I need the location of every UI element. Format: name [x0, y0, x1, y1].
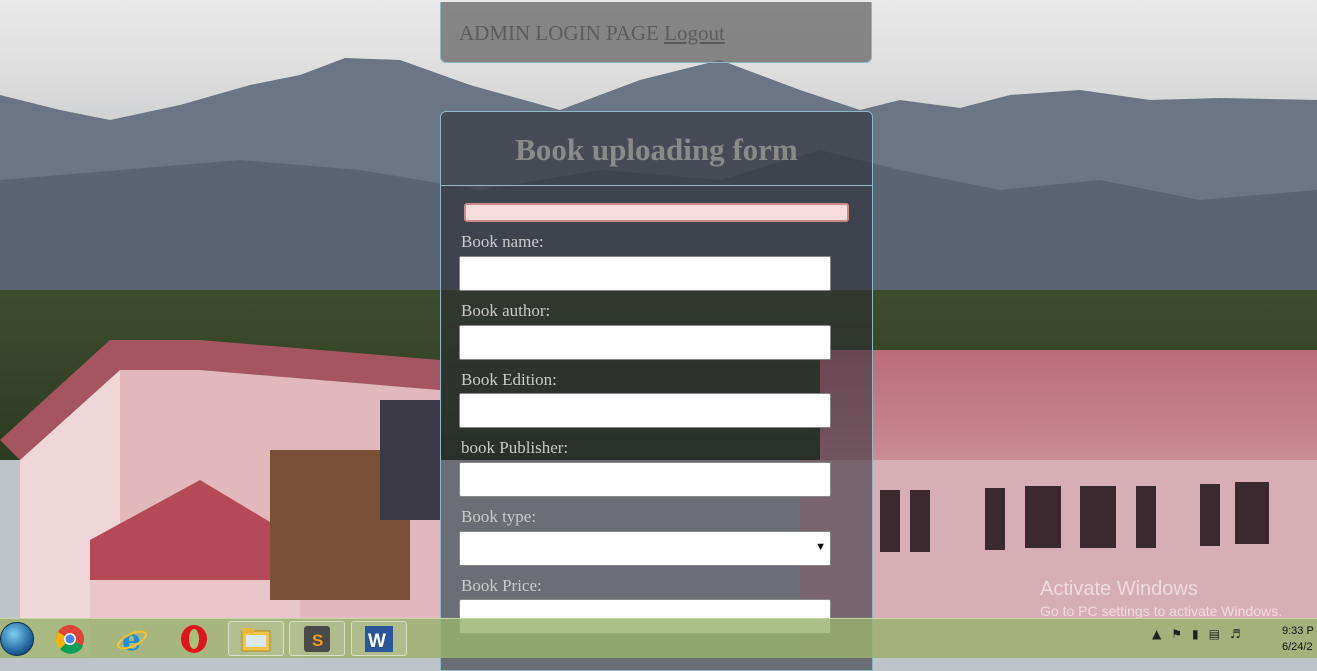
book-author-input[interactable]: [459, 325, 831, 360]
chrome-icon[interactable]: [42, 621, 98, 656]
battery-icon[interactable]: ▮: [1192, 627, 1199, 641]
book-price-label: Book Price:: [461, 576, 542, 595]
form-header: Book uploading form: [441, 112, 872, 186]
book-name-input[interactable]: [459, 256, 831, 291]
building-window: [1200, 484, 1220, 546]
admin-page-title: ADMIN LOGIN PAGE Logout: [459, 21, 725, 46]
book-publisher-input[interactable]: [459, 462, 831, 497]
building-window: [910, 490, 930, 552]
volume-icon[interactable]: ♬: [1230, 627, 1241, 641]
activate-windows-watermark: Activate Windows: [1040, 578, 1198, 600]
internet-explorer-icon[interactable]: e: [104, 621, 160, 656]
word-icon[interactable]: W: [351, 621, 407, 656]
book-type-select[interactable]: ▼: [459, 531, 831, 566]
system-tray: ▲ ⚑ ▮ ▤ ♬: [1152, 627, 1241, 641]
error-message-box: [464, 203, 849, 222]
book-edition-label: Book Edition:: [461, 370, 557, 389]
admin-title-text: ADMIN LOGIN PAGE: [459, 21, 659, 45]
book-publisher-label: book Publisher:: [461, 438, 569, 457]
building-window: [1025, 486, 1061, 548]
admin-header-bar: ADMIN LOGIN PAGE Logout: [440, 2, 872, 63]
form-title: Book uploading form: [515, 132, 798, 167]
start-button[interactable]: [0, 622, 34, 656]
building-window: [1080, 486, 1116, 548]
svg-text:e: e: [122, 623, 141, 655]
network-icon[interactable]: ▤: [1209, 627, 1220, 641]
building-window: [1136, 486, 1156, 548]
svg-text:S: S: [312, 631, 323, 650]
book-author-label: Book author:: [461, 301, 551, 320]
action-center-icon[interactable]: ⚑: [1171, 627, 1182, 641]
show-hidden-icons-icon[interactable]: ▲: [1152, 627, 1161, 641]
book-edition-input[interactable]: [459, 393, 831, 428]
building-roof: [820, 350, 1317, 460]
building-left: [0, 340, 440, 657]
activate-windows-hint: Go to PC settings to activate Windows.: [1040, 603, 1282, 619]
taskbar-clock[interactable]: 9:33 P 6/24/2: [1282, 623, 1314, 655]
opera-icon[interactable]: [166, 621, 222, 656]
building-window: [880, 490, 900, 552]
sublime-text-icon[interactable]: S: [289, 621, 345, 656]
clock-time: 9:33 P: [1282, 625, 1314, 637]
logout-link[interactable]: Logout: [664, 21, 725, 45]
taskbar: e S W ▲ ⚑ ▮ ▤ ♬ 9:33 P 6/24/2: [0, 618, 1317, 658]
dropdown-arrow-icon: ▼: [815, 541, 826, 553]
clock-date: 6/24/2: [1282, 641, 1313, 653]
svg-text:W: W: [368, 631, 386, 652]
book-upload-form-panel: Book uploading form Book name: Book auth…: [440, 111, 873, 671]
book-type-label: Book type:: [461, 507, 537, 526]
file-explorer-icon[interactable]: [228, 621, 284, 656]
book-name-label: Book name:: [461, 232, 544, 251]
building-window: [1235, 482, 1269, 544]
building-window: [985, 488, 1005, 550]
